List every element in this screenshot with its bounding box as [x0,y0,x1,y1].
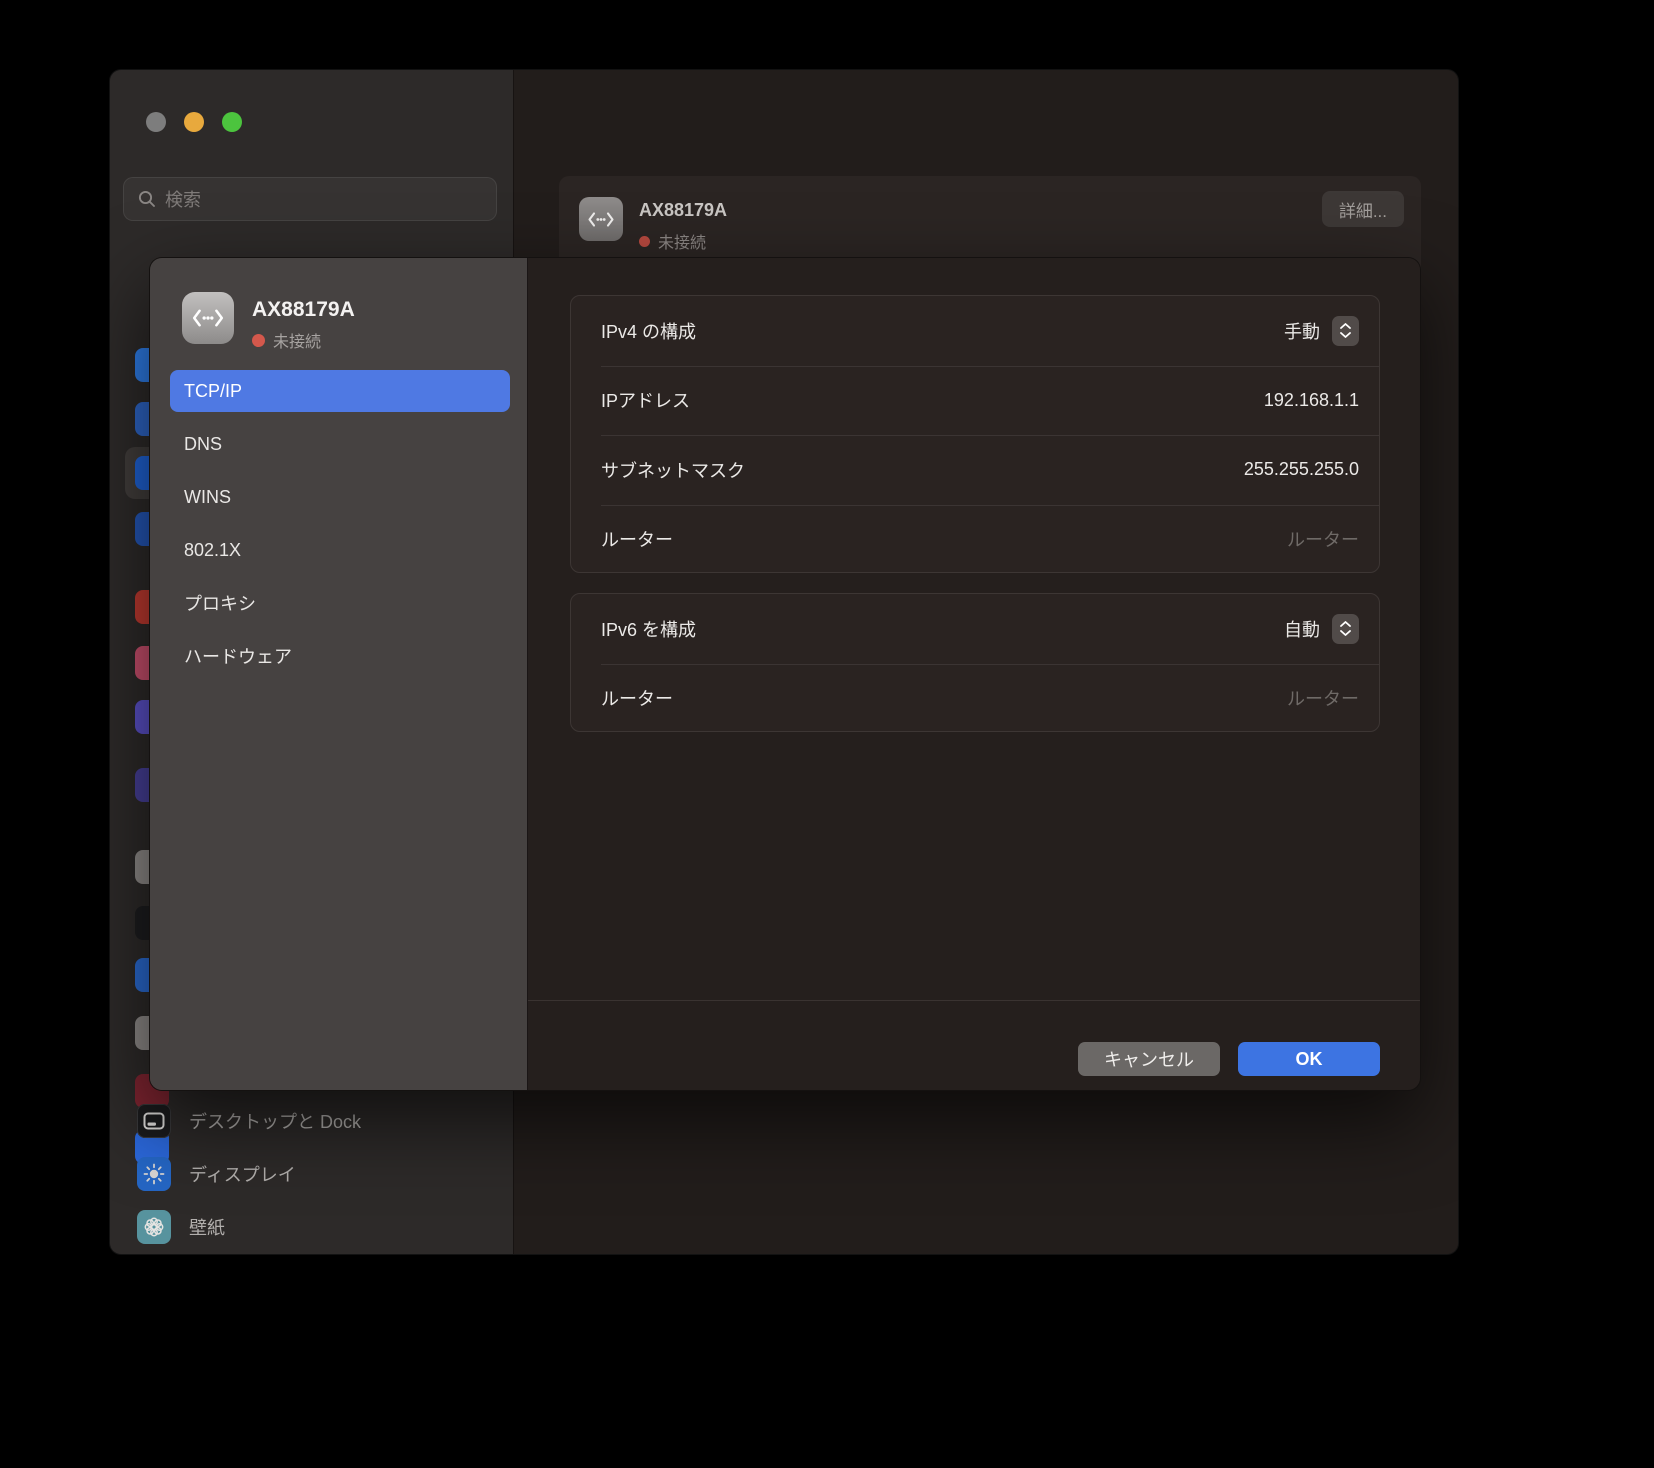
subnet-mask-field[interactable]: 255.255.255.0 [1244,459,1359,480]
ipv4-router-label: ルーター [601,526,673,552]
ipv6-router-label: ルーター [601,685,673,711]
ipv6-router-field[interactable]: ルーター [1287,685,1359,711]
subnet-mask-row: サブネットマスク 255.255.255.0 [571,435,1379,505]
sheet-sidebar: AX88179A 未接続 TCP/IP DNS WINS 802.1X プロキシ… [150,258,528,1090]
wallpaper-icon [137,1210,171,1244]
device-name: AX88179A [639,200,727,221]
tab-8021x[interactable]: 802.1X [170,529,510,571]
ethernet-adapter-icon [182,292,234,344]
sidebar-item-label: デスクトップと Dock [189,1108,361,1134]
status-dot [252,334,265,347]
footer-divider [528,1000,1420,1001]
minimize-button[interactable] [184,112,204,132]
tab-wins[interactable]: WINS [170,476,510,518]
sidebar-item-desktop-dock[interactable]: デスクトップと Dock [137,1104,361,1138]
display-icon [137,1157,171,1191]
search-input[interactable]: 検索 [123,177,497,221]
ok-button[interactable]: OK [1238,1042,1380,1076]
ipv6-config-value: 自動 [1284,616,1320,642]
sheet-nav: TCP/IP DNS WINS 802.1X プロキシ ハードウェア [170,370,510,688]
search-icon [138,190,156,208]
device-name: AX88179A [252,298,355,322]
tab-proxy[interactable]: プロキシ [170,582,510,624]
ipv6-config-label: IPv6 を構成 [601,616,696,642]
ipv4-router-row: ルーター ルーター [571,505,1379,574]
sidebar-item-label: 壁紙 [189,1214,225,1240]
ipv4-group: IPv4 の構成 手動 IPアドレス 192.168.1.1 サブネットマスク … [570,295,1380,573]
ip-address-label: IPアドレス [601,387,690,413]
subnet-mask-label: サブネットマスク [601,457,745,483]
tab-tcpip[interactable]: TCP/IP [170,370,510,412]
ipv4-config-value: 手動 [1284,318,1320,344]
ip-address-row: IPアドレス 192.168.1.1 [571,366,1379,436]
ipv4-router-field[interactable]: ルーター [1287,526,1359,552]
search-placeholder: 検索 [165,186,201,212]
ipv4-config-row: IPv4 の構成 手動 [571,296,1379,366]
ipv6-router-row: ルーター ルーター [571,664,1379,733]
ipv6-config-row: IPv6 を構成 自動 [571,594,1379,664]
sidebar-item-label: ディスプレイ [189,1161,296,1187]
tab-hardware[interactable]: ハードウェア [170,635,510,677]
sidebar-item-display[interactable]: ディスプレイ [137,1157,296,1191]
close-button[interactable] [146,112,166,132]
details-button[interactable]: 詳細... [1322,191,1404,227]
ip-address-field[interactable]: 192.168.1.1 [1264,390,1359,411]
desktop-dock-icon [137,1104,171,1138]
ipv4-config-label: IPv4 の構成 [601,318,696,344]
device-status: 未接続 [639,229,706,253]
sidebar-item-wallpaper[interactable]: 壁紙 [137,1210,225,1244]
device-status: 未接続 [252,328,321,352]
ethernet-adapter-icon [579,197,623,241]
ipv4-config-stepper[interactable] [1332,316,1359,346]
ipv6-config-stepper[interactable] [1332,614,1359,644]
sheet-content: IPv4 の構成 手動 IPアドレス 192.168.1.1 サブネットマスク … [528,258,1420,1090]
tab-dns[interactable]: DNS [170,423,510,465]
ipv6-group: IPv6 を構成 自動 ルーター ルーター [570,593,1380,732]
tcpip-settings-sheet: AX88179A 未接続 TCP/IP DNS WINS 802.1X プロキシ… [150,258,1420,1090]
cancel-button[interactable]: キャンセル [1078,1042,1220,1076]
zoom-button[interactable] [222,112,242,132]
status-dot [639,236,650,247]
